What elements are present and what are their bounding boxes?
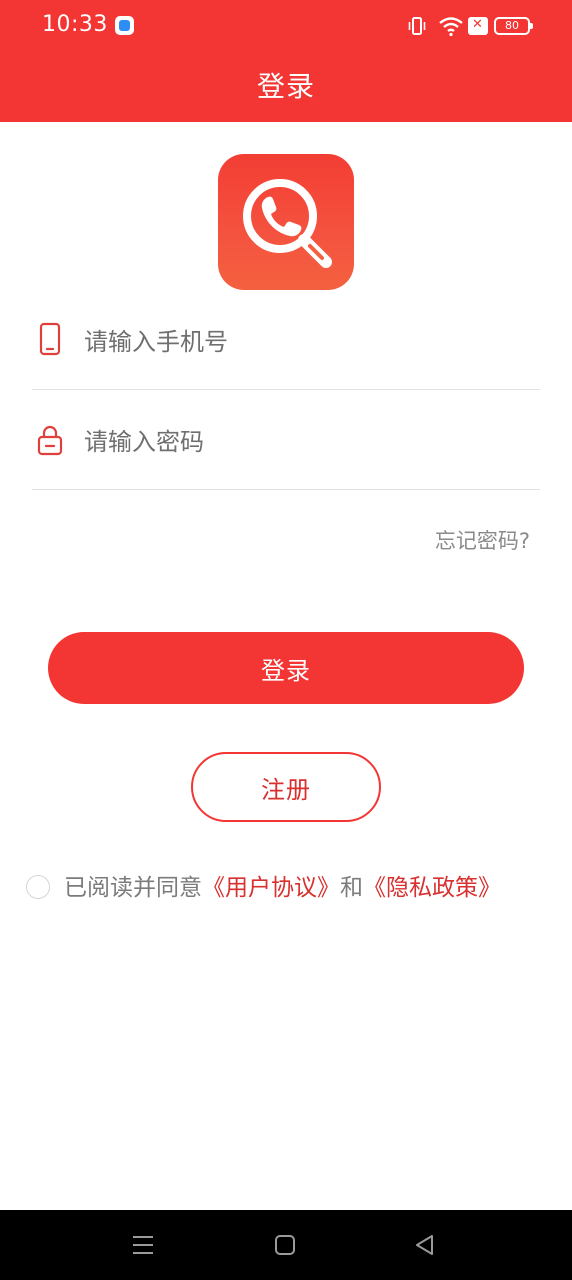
agreement-row: 已阅读并同意《用户协议》和《隐私政策》 — [26, 870, 556, 906]
app-notification-icon — [115, 16, 134, 35]
back-icon[interactable] — [412, 1232, 438, 1258]
menu-icon[interactable] — [130, 1232, 156, 1258]
app-logo — [218, 154, 354, 290]
phone-input[interactable] — [84, 322, 524, 362]
system-nav-bar — [0, 1210, 572, 1280]
no-sim-icon — [468, 17, 488, 35]
wifi-icon — [439, 17, 463, 37]
status-bar: 10:33 80 — [0, 0, 572, 52]
app-header: 登录 — [0, 52, 572, 122]
user-agreement-link[interactable]: 《用户协议》 — [202, 875, 340, 901]
battery-icon: 80 — [494, 17, 533, 35]
phone-search-icon — [243, 179, 332, 268]
register-button[interactable]: 注册 — [191, 752, 381, 822]
password-input[interactable] — [84, 422, 524, 462]
agreement-and: 和 — [340, 875, 363, 901]
lock-icon — [37, 425, 63, 456]
forgot-password-link[interactable]: 忘记密码? — [435, 525, 530, 555]
phone-field-row — [32, 298, 540, 390]
privacy-policy-link[interactable]: 《隐私政策》 — [363, 875, 501, 901]
agreement-prefix: 已阅读并同意 — [64, 875, 202, 901]
status-time: 10:33 — [42, 12, 108, 37]
agreement-text: 已阅读并同意《用户协议》和《隐私政策》 — [64, 870, 501, 906]
page-title: 登录 — [256, 70, 315, 103]
phone-icon — [39, 322, 61, 356]
login-button[interactable]: 登录 — [48, 632, 524, 704]
home-icon[interactable] — [272, 1232, 298, 1258]
agree-checkbox[interactable] — [26, 875, 50, 899]
vibrate-icon — [408, 17, 426, 35]
password-field-row — [32, 398, 540, 490]
login-screen: 10:33 80 登录 — [0, 0, 572, 1280]
